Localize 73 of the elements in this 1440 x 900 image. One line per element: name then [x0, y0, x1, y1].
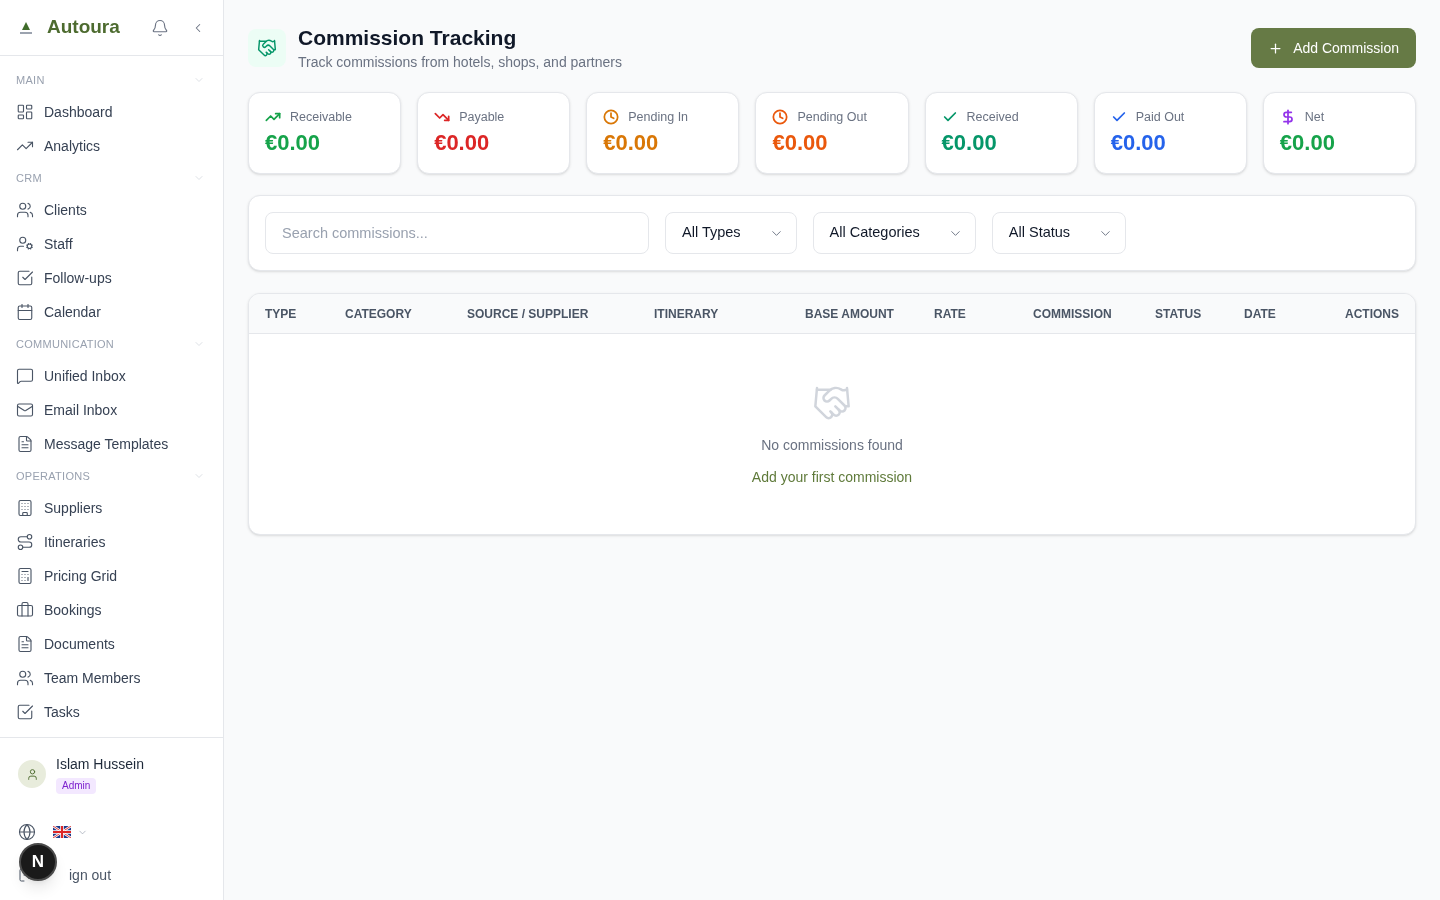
- logo-icon: [19, 20, 33, 35]
- nav-item[interactable]: Bookings: [16, 593, 207, 627]
- nav-item[interactable]: Staff: [16, 227, 207, 261]
- role-tag: Admin: [56, 778, 97, 794]
- nav-item[interactable]: Itineraries: [16, 525, 207, 559]
- search-field[interactable]: Search commissions...: [265, 212, 649, 254]
- avatar-icon: [18, 760, 46, 788]
- globe-icon[interactable]: [18, 823, 36, 841]
- empty-message: No commissions found: [761, 436, 903, 455]
- nav-item[interactable]: Dashboard: [16, 95, 207, 129]
- document-icon: [16, 435, 34, 453]
- add-commission-button[interactable]: Add Commission: [1251, 28, 1416, 68]
- nav-item[interactable]: Calendar: [16, 295, 207, 329]
- nav-item[interactable]: Analytics: [16, 129, 207, 163]
- stat-label: Received: [966, 108, 1019, 126]
- page-subtitle: Track commissions from hotels, shops, and partners: [298, 53, 622, 72]
- column-header: CATEGORY: [345, 305, 412, 323]
- nav-item[interactable]: Suppliers: [16, 491, 207, 525]
- column-header: DATE: [1244, 305, 1276, 323]
- column-header: RATE: [934, 305, 966, 323]
- filter-select[interactable]: All Categories: [812, 212, 976, 254]
- stat-value: €0.00: [772, 129, 829, 157]
- nav-item[interactable]: Tasks: [16, 695, 207, 729]
- page-title: Commission Tracking: [298, 25, 518, 51]
- add-first-commission-link[interactable]: Add your first commission: [751, 467, 913, 487]
- mail-icon: [16, 401, 34, 419]
- dashboard-icon: [16, 103, 34, 121]
- column-header: ACTIONS: [1345, 305, 1399, 323]
- stat-label: Paid Out: [1135, 108, 1185, 126]
- column-header: TYPE: [265, 305, 297, 323]
- checkbox-icon: [16, 703, 34, 721]
- checkbox-icon: [16, 269, 34, 287]
- stat-value: €0.00: [265, 129, 322, 157]
- calendar-icon: [16, 303, 34, 321]
- column-header: SOURCE / SUPPLIER: [467, 305, 589, 323]
- nav-item[interactable]: Email Inbox: [16, 393, 207, 427]
- nav-item[interactable]: Unified Inbox: [16, 359, 207, 393]
- building-icon: [16, 499, 34, 517]
- flag-icon[interactable]: [53, 826, 71, 838]
- bell-icon[interactable]: [151, 18, 169, 37]
- nav-item[interactable]: Pricing Grid: [16, 559, 207, 593]
- filter-select[interactable]: All Types: [665, 212, 797, 254]
- filter-select[interactable]: All Status: [991, 212, 1127, 254]
- nav-item[interactable]: Team Members: [16, 661, 207, 695]
- stat-value: €0.00: [1279, 129, 1336, 157]
- stat-value: €0.00: [603, 129, 660, 157]
- stat-label: Net: [1304, 108, 1325, 126]
- users-icon: [16, 201, 34, 219]
- column-header: BASE AMOUNT: [805, 305, 894, 323]
- stat-label: Pending In: [628, 108, 689, 126]
- route-icon: [16, 533, 34, 551]
- calculator-icon: [16, 567, 34, 585]
- users-icon: [16, 669, 34, 687]
- stat-label: Receivable: [290, 108, 352, 126]
- nav-item[interactable]: Clients: [16, 193, 207, 227]
- stat-value: €0.00: [1110, 129, 1167, 157]
- column-header: COMMISSION: [1033, 305, 1112, 323]
- brand-name: Autoura: [47, 15, 120, 40]
- stat-value: €0.00: [941, 129, 998, 157]
- nav-item[interactable]: Documents: [16, 627, 207, 661]
- nav-item[interactable]: Follow-ups: [16, 261, 207, 295]
- stat-label: Pending Out: [797, 108, 867, 126]
- stat-label: Payable: [459, 108, 505, 126]
- column-header: STATUS: [1155, 305, 1202, 323]
- stat-value: €0.00: [434, 129, 491, 157]
- user-gear-icon: [16, 235, 34, 253]
- nav-item[interactable]: Message Templates: [16, 427, 207, 461]
- plus-icon: [1268, 40, 1284, 56]
- document-icon: [16, 635, 34, 653]
- briefcase-icon: [16, 601, 34, 619]
- handshake-icon: [248, 29, 286, 67]
- column-header: ITINERARY: [654, 305, 719, 323]
- user-name: Islam Hussein: [56, 755, 144, 774]
